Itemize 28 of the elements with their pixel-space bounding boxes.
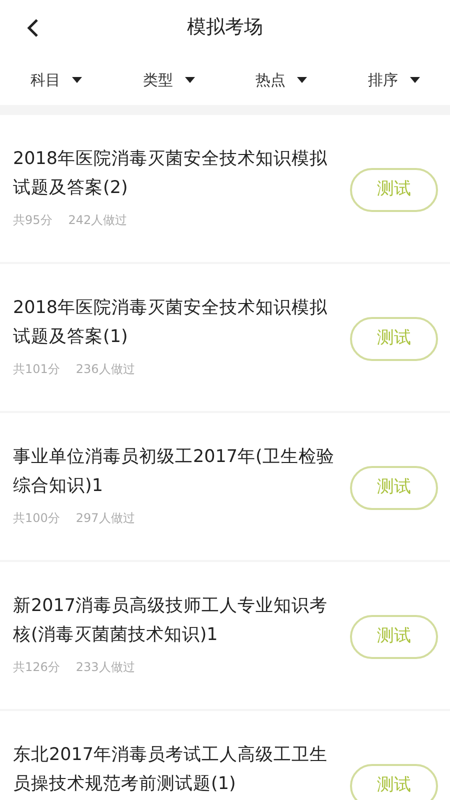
exam-title: 事业单位消毒员初级工2017年(卫生检验综合知识)1: [13, 446, 336, 498]
test-button[interactable]: 测试: [350, 614, 438, 658]
exam-title: 2018年医院消毒灭菌安全技术知识模拟试题及答案(1): [13, 297, 329, 349]
test-button[interactable]: 测试: [350, 466, 438, 510]
exam-title: 新2017消毒员高级技师工人专业知识考核(消毒灭菌菌技术知识)1: [13, 595, 329, 647]
taker-count: 236人做过: [76, 361, 135, 378]
test-button[interactable]: 测试: [350, 316, 438, 360]
page-title: 模拟考场: [187, 15, 263, 40]
total-score: 共100分: [13, 510, 60, 527]
caret-icon: [297, 77, 308, 83]
total-score: 共126分: [13, 659, 60, 676]
filter-dropdown[interactable]: 类型: [112, 68, 225, 92]
taker-count: 297人做过: [76, 510, 135, 527]
test-button[interactable]: 测试: [350, 764, 438, 800]
caret-icon: [184, 77, 195, 83]
filter-dropdown[interactable]: 热点: [225, 68, 338, 92]
total-score: 共95分: [13, 212, 52, 229]
taker-count: 242人做过: [68, 212, 128, 229]
filter-dropdown[interactable]: 排序: [338, 68, 450, 92]
taker-count: 233人做过: [76, 659, 135, 676]
total-score: 共101分: [13, 361, 60, 378]
exam-title: 2018年医院消毒灭菌安全技术知识模拟试题及答案(2): [13, 148, 329, 200]
test-button[interactable]: 测试: [350, 168, 438, 212]
exam-title: 东北2017年消毒员考试工人高级工卫生员操技术规范考前测试题(1): [13, 744, 329, 796]
back-icon[interactable]: [26, 17, 40, 39]
caret-icon: [72, 77, 82, 83]
caret-icon: [410, 77, 420, 83]
filter-dropdown[interactable]: 科目: [0, 68, 112, 92]
